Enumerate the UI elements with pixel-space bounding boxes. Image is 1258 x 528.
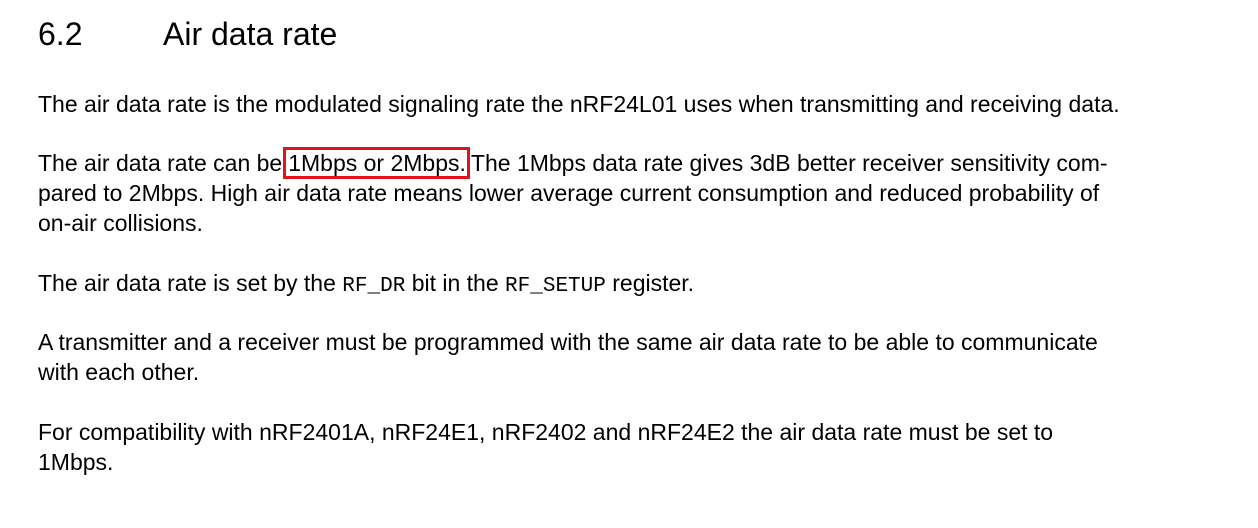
compatibility-line1: For compatibility with nRF2401A, nRF24E1… xyxy=(38,419,1054,445)
register-text-part1: The air data rate is set by the xyxy=(38,270,336,296)
rates-text-line3: on-air collisions. xyxy=(38,210,203,236)
section-title: Air data rate xyxy=(163,16,338,52)
register-text-part2: bit in the xyxy=(411,270,499,296)
rates-text-before: The air data rate can be xyxy=(38,150,283,176)
paragraph-compatibility: For compatibility with nRF2401A, nRF24E1… xyxy=(38,417,1213,477)
rates-text-line2: pared to 2Mbps. High air data rate means… xyxy=(38,180,1100,206)
same-rate-line2: with each other. xyxy=(38,359,200,385)
section-number: 6.2 xyxy=(38,16,83,52)
highlighted-rates: 1Mbps or 2Mbps. xyxy=(283,147,470,179)
code-rf-dr: RF_DR xyxy=(342,275,406,298)
register-text-part3: register. xyxy=(612,270,695,296)
same-rate-line1: A transmitter and a receiver must be pro… xyxy=(38,329,1098,355)
code-rf-setup: RF_SETUP xyxy=(505,275,606,298)
paragraph-register: The air data rate is set by the RF_DR bi… xyxy=(38,268,1213,302)
section-heading: 6.2 Air data rate xyxy=(38,13,337,55)
paragraph-same-rate: A transmitter and a receiver must be pro… xyxy=(38,327,1213,387)
rates-text-after: The 1Mbps data rate gives 3dB better rec… xyxy=(470,150,1108,176)
paragraph-definition-text: The air data rate is the modulated signa… xyxy=(38,91,1120,117)
compatibility-line2: 1Mbps. xyxy=(38,449,114,475)
paragraph-rates: The air data rate can be 1Mbps or 2Mbps. T… xyxy=(38,147,1213,238)
paragraph-definition: The air data rate is the modulated signa… xyxy=(38,89,1213,119)
